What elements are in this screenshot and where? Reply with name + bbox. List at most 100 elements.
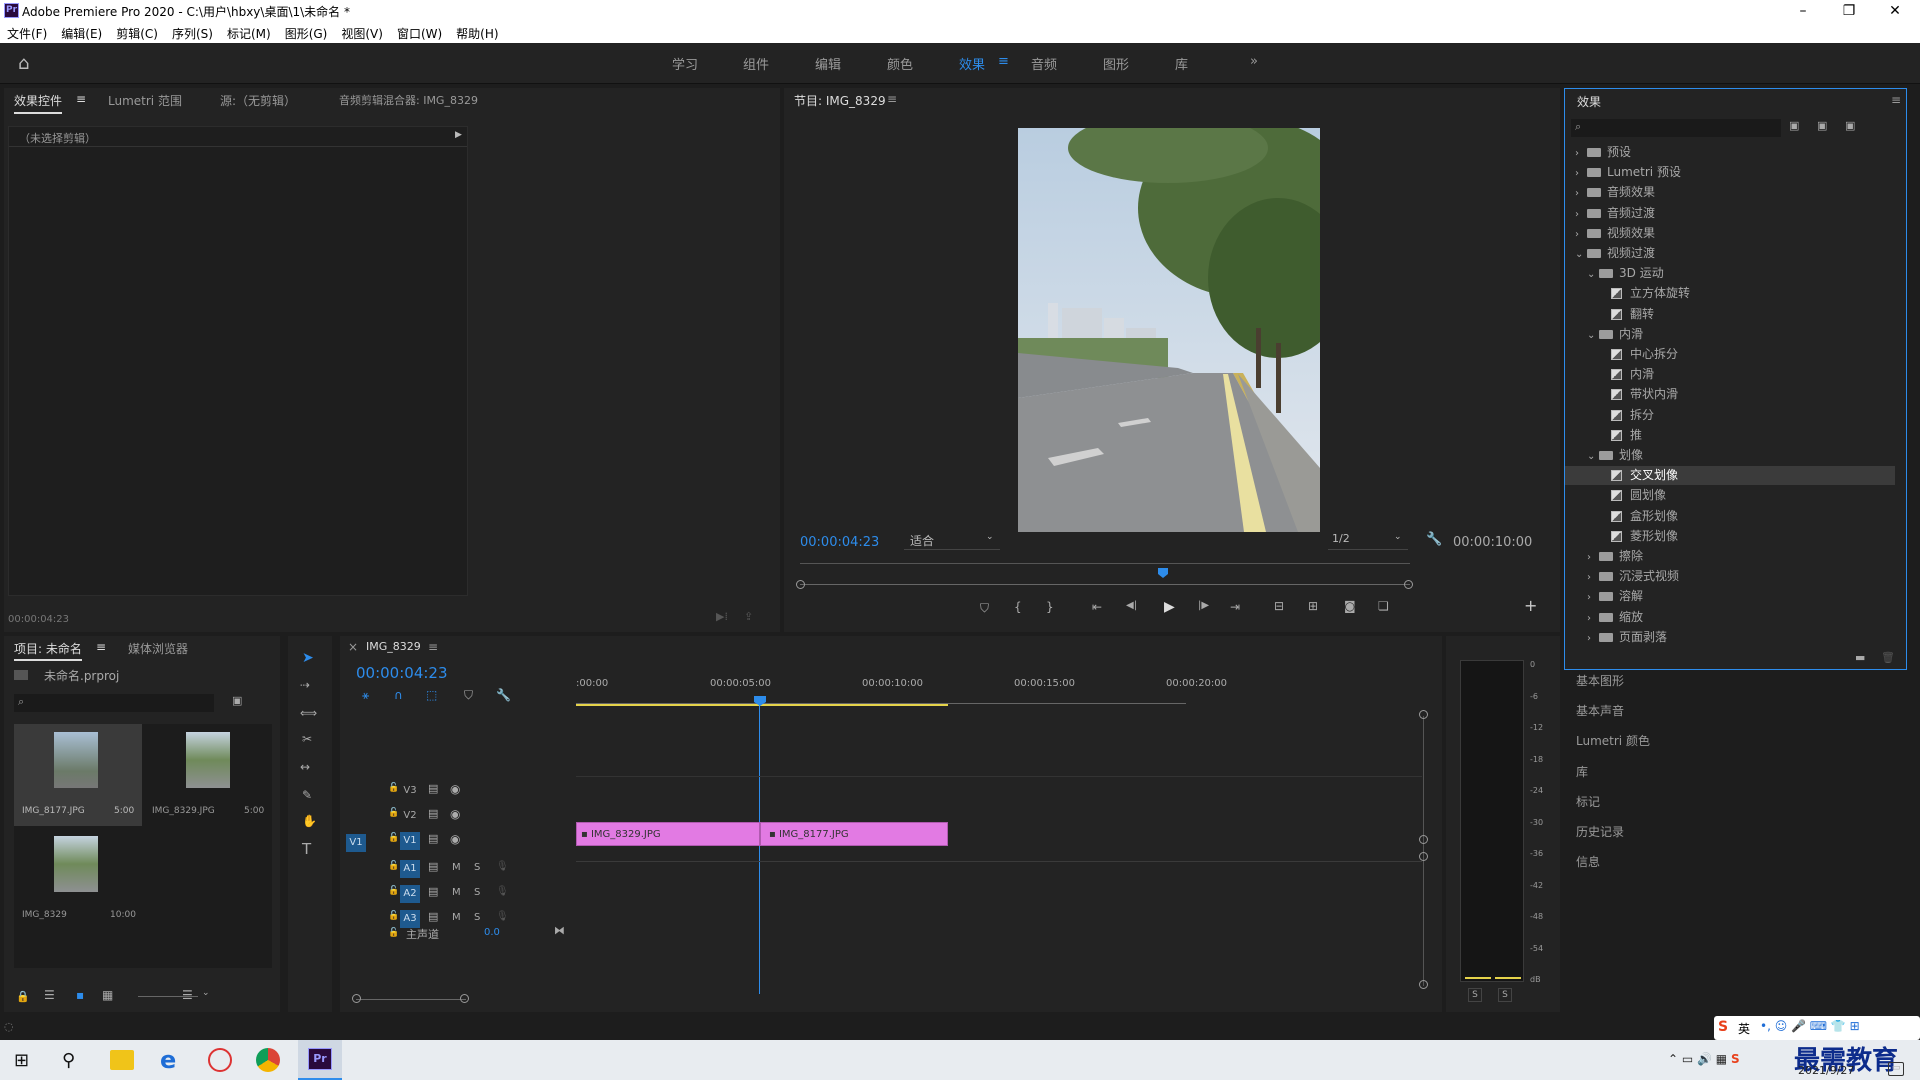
program-video-frame[interactable] xyxy=(1018,128,1320,532)
chevron-down-icon[interactable]: ⌄ xyxy=(202,988,210,998)
effects-tree-item[interactable]: 交叉划像 xyxy=(1565,466,1895,486)
wrench-icon[interactable]: 🔧 xyxy=(1426,532,1442,547)
source-patch-v1[interactable]: V1 xyxy=(346,834,366,852)
side-panel-tab[interactable]: 信息 xyxy=(1576,853,1600,870)
zoom-scrollbar[interactable] xyxy=(800,584,1410,585)
list-view-icon[interactable]: ☰ xyxy=(44,988,55,1002)
32bit-effects-icon[interactable]: ▣ xyxy=(1817,119,1827,132)
chevron-right-icon[interactable]: › xyxy=(1587,613,1599,624)
side-panel-tab[interactable]: 基本图形 xyxy=(1576,672,1624,689)
effects-tree-item[interactable]: › 音频效果 xyxy=(1565,183,1895,202)
time-ruler[interactable]: :00:00 00:00:05:00 00:00:10:00 00:00:15:… xyxy=(576,678,1227,698)
menu-clip[interactable]: 剪辑(C) xyxy=(109,22,165,42)
chevron-right-icon[interactable]: › xyxy=(1587,592,1599,603)
edge-browser-icon[interactable]: e xyxy=(160,1046,176,1074)
microphone-icon[interactable]: 🎙 xyxy=(496,911,509,922)
menu-view[interactable]: 视图(V) xyxy=(334,22,390,42)
project-item[interactable]: IMG_8329.JPG 5:00 xyxy=(144,724,272,826)
mute-button[interactable]: M xyxy=(452,912,461,923)
close-icon[interactable]: ✕ xyxy=(1872,0,1918,22)
workspace-editing[interactable]: 编辑 xyxy=(815,54,841,73)
yuv-effects-icon[interactable]: ▣ xyxy=(1845,119,1855,132)
menu-window[interactable]: 窗口(W) xyxy=(390,22,449,42)
fit-dropdown[interactable]: 适合 ⌄ xyxy=(904,532,1000,550)
export-frame-icon[interactable]: ▶⁞ xyxy=(716,610,728,623)
menu-sequence[interactable]: 序列(S) xyxy=(165,22,220,42)
microphone-icon[interactable]: 🎙 xyxy=(496,886,509,897)
sequence-menu-icon[interactable]: ≡ xyxy=(428,640,438,654)
zoom-handle-left[interactable] xyxy=(796,580,805,589)
effects-tree-item[interactable]: 带状内滑 xyxy=(1565,385,1895,404)
effects-tree-item[interactable]: › Lumetri 预设 xyxy=(1565,163,1895,182)
effects-tree-item[interactable]: 推 xyxy=(1565,426,1895,445)
scroll-handle[interactable] xyxy=(1419,980,1428,989)
sync-lock-icon[interactable]: ▤ xyxy=(428,860,438,873)
windows-start-icon[interactable]: ⊞ xyxy=(14,1050,29,1071)
compare-view-icon[interactable]: ❏ xyxy=(1378,599,1389,613)
hand-icon[interactable]: ✋ xyxy=(302,814,317,828)
track-target[interactable]: V2 xyxy=(400,807,420,825)
effects-tree-item[interactable]: › 音频过渡 xyxy=(1565,204,1895,223)
workspace-color[interactable]: 颜色 xyxy=(887,54,913,73)
scroll-handle[interactable] xyxy=(1419,852,1428,861)
effects-tree-item[interactable]: 立方体旋转 xyxy=(1565,284,1895,303)
master-volume-value[interactable]: 0.0 xyxy=(484,927,500,938)
camera-icon[interactable]: ◙ xyxy=(1344,599,1356,613)
timeline-timecode[interactable]: 00:00:04:23 xyxy=(356,664,448,682)
effects-tree-item[interactable]: ⌄ 3D 运动 xyxy=(1565,264,1895,283)
step-back-icon[interactable]: ◀| xyxy=(1126,600,1137,611)
extract-icon[interactable]: ⊞ xyxy=(1308,599,1318,613)
sync-lock-icon[interactable]: ▤ xyxy=(428,807,438,820)
track-target[interactable]: A1 xyxy=(400,860,420,878)
workspace-audio[interactable]: 音频 xyxy=(1031,54,1057,73)
sequence-tab[interactable]: IMG_8329 xyxy=(366,640,421,653)
step-forward-icon[interactable]: |▶ xyxy=(1198,600,1209,611)
effects-tree-item[interactable]: 翻转 xyxy=(1565,305,1895,324)
slip-icon[interactable]: ↔ xyxy=(300,760,310,774)
lock-icon[interactable]: 🔓 xyxy=(388,808,399,818)
effects-tree-item[interactable]: ⌄ 划像 xyxy=(1565,446,1895,465)
effects-menu-icon[interactable]: ≡ xyxy=(1891,93,1901,107)
program-timecode[interactable]: 00:00:04:23 xyxy=(800,535,879,550)
menu-edit[interactable]: 编辑(E) xyxy=(54,22,109,42)
effects-tree-item[interactable]: › 沉浸式视频 xyxy=(1565,567,1895,586)
chevron-down-icon[interactable]: ⌄ xyxy=(1587,330,1599,341)
system-tray-icons[interactable]: ⌃ ▭ 🔊 ▦ S xyxy=(1668,1052,1740,1066)
resolution-dropdown[interactable]: 1/2 ⌄ xyxy=(1328,532,1408,550)
tab-project[interactable]: 项目: 未命名 xyxy=(14,640,82,661)
vertical-scrollbar[interactable] xyxy=(1423,716,1424,986)
workspace-assembly[interactable]: 组件 xyxy=(743,54,769,73)
sync-lock-icon[interactable]: ▤ xyxy=(428,885,438,898)
expand-arrow-icon[interactable]: ▶ xyxy=(455,130,462,140)
eye-icon[interactable]: ◉ xyxy=(450,832,460,846)
project-menu-icon[interactable]: ≡ xyxy=(96,640,106,654)
type-tool-icon[interactable]: T xyxy=(302,840,311,858)
add-marker-icon[interactable]: ⛉ xyxy=(980,601,989,616)
file-explorer-icon[interactable] xyxy=(110,1050,134,1070)
icon-view-icon[interactable]: ▪ xyxy=(76,988,84,1002)
program-menu-icon[interactable]: ≡ xyxy=(887,92,897,106)
tab-audio-clip-mixer[interactable]: 音频剪辑混合器: IMG_8329 xyxy=(339,92,478,108)
mark-in-icon[interactable]: { xyxy=(1014,600,1022,614)
search-icon[interactable]: ⚲ xyxy=(62,1050,75,1071)
workspace-libraries[interactable]: 库 xyxy=(1175,54,1188,73)
delete-icon[interactable]: 🗑 xyxy=(1881,651,1895,664)
scroll-handle[interactable] xyxy=(1419,835,1428,844)
close-sequence-icon[interactable]: × xyxy=(348,640,358,654)
lock-icon[interactable]: 🔓 xyxy=(388,783,399,793)
workspace-menu-icon[interactable]: ≡ xyxy=(998,54,1009,69)
project-item[interactable]: IMG_8177.JPG 5:00 xyxy=(14,724,142,826)
chevron-right-icon[interactable]: › xyxy=(1587,552,1599,563)
nest-icon[interactable]: ⚹ xyxy=(362,688,369,703)
selection-tool-icon[interactable]: ➤ xyxy=(302,650,314,666)
add-marker-icon[interactable]: ⛉ xyxy=(464,688,473,703)
side-panel-tab[interactable]: Lumetri 颜色 xyxy=(1576,732,1650,749)
playhead-marker[interactable] xyxy=(1158,568,1168,578)
solo-right-button[interactable]: S xyxy=(1498,988,1512,1002)
effects-tree-item[interactable]: › 擦除 xyxy=(1565,547,1895,566)
workspace-effects[interactable]: 效果 xyxy=(959,54,985,73)
track-select-icon[interactable]: ⇢ xyxy=(300,678,310,692)
tab-media-browser[interactable]: 媒体浏览器 xyxy=(128,640,188,657)
effects-tree-item[interactable]: › 页面剥落 xyxy=(1565,628,1895,647)
effects-tree-item[interactable]: › 溶解 xyxy=(1565,587,1895,606)
